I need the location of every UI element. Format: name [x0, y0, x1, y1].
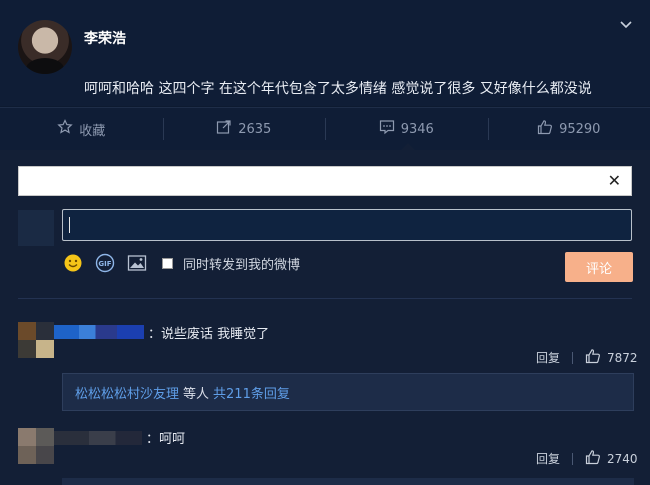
comment-pointer [401, 143, 415, 150]
comment-tools: GIF 同时转发到我的微博 [62, 252, 300, 274]
post-card: 李荣浩 呵呵和哈哈 这四个字 在这个年代包含了太多情绪 感觉说了很多 又好像什么… [0, 0, 650, 106]
repost-checkbox[interactable] [162, 257, 173, 269]
thumbs-up-icon[interactable] [585, 449, 601, 468]
reply-summary-middle: 等人 [183, 386, 210, 402]
comment-count: 9346 [400, 121, 434, 137]
comment-text: ：说些废话 我睡觉了 [148, 327, 270, 342]
my-avatar [18, 210, 54, 246]
favorite-label: 收藏 [79, 123, 106, 139]
next-reply-box [62, 478, 634, 485]
reply-link[interactable]: 回复 [536, 450, 560, 467]
notice-bar: ✕ [18, 166, 632, 196]
close-icon[interactable]: ✕ [608, 171, 621, 191]
reply-summary[interactable]: 松松松松村沙友理 等人 共211条回复 [62, 373, 634, 411]
action-bar: 收藏 2635 9346 95290 [0, 107, 650, 150]
commenter-avatar[interactable] [18, 428, 54, 464]
meta-separator [572, 351, 574, 364]
repost-count: 2635 [238, 121, 272, 137]
commenter-name[interactable] [54, 431, 142, 445]
thumbs-up-icon[interactable] [585, 348, 601, 367]
reply-user-link[interactable]: 松松松松村沙友理 [75, 383, 179, 402]
divider [18, 298, 632, 299]
like-count: 95290 [559, 121, 601, 137]
gif-icon[interactable]: GIF [94, 252, 116, 274]
comment-icon [379, 119, 395, 139]
comment-like-count: 2740 [607, 451, 638, 466]
comment-meta: 回复 7872 [536, 348, 638, 367]
commenter-avatar[interactable] [18, 322, 54, 358]
reply-link[interactable]: 回复 [536, 349, 560, 366]
comment-input[interactable] [62, 209, 632, 241]
author-name[interactable]: 李荣浩 [84, 28, 126, 48]
emoji-icon[interactable] [62, 252, 84, 274]
favorite-button[interactable]: 收藏 [0, 108, 163, 150]
image-icon[interactable] [126, 252, 148, 274]
comment-meta: 回复 2740 [536, 449, 638, 468]
comment-like-count: 7872 [607, 350, 638, 365]
author-avatar[interactable] [18, 20, 72, 74]
submit-comment-button[interactable]: 评论 [565, 252, 633, 282]
repost-icon [216, 119, 232, 139]
thumbs-up-icon [537, 119, 553, 139]
repost-checkbox-label: 同时转发到我的微博 [183, 257, 301, 273]
text-caret [69, 217, 70, 233]
like-button[interactable]: 95290 [487, 108, 650, 150]
commenter-name[interactable] [54, 325, 144, 339]
star-icon [57, 119, 73, 139]
comment-text: ：呵呵 [146, 432, 186, 447]
repost-button[interactable]: 2635 [162, 108, 326, 150]
post-text: 呵呵和哈哈 这四个字 在这个年代包含了太多情绪 感觉说了很多 又好像什么都没说 [84, 81, 592, 97]
svg-text:GIF: GIF [98, 260, 111, 268]
chevron-down-icon[interactable] [620, 18, 632, 30]
reply-count-link[interactable]: 共211条回复 [213, 383, 290, 402]
comments-panel: ✕ GIF 同时转发到我的微博 评论 ：说些废话 我睡觉了 回复 7872 松松… [0, 150, 650, 485]
meta-separator [572, 452, 574, 465]
